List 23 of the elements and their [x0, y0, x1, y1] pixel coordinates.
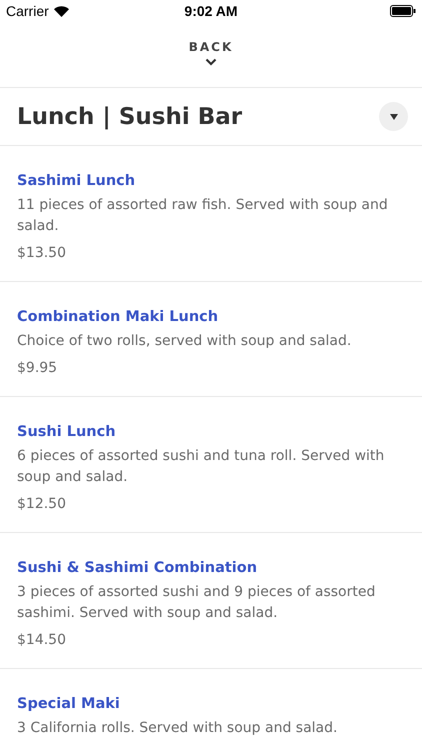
item-price: $14.50 — [17, 632, 66, 648]
item-name[interactable]: Special Maki — [17, 696, 120, 712]
item-description: 6 pieces of assorted sushi and tuna roll. Served with soup and salad. — [17, 447, 386, 487]
back-button[interactable]: BACK — [188, 22, 234, 87]
chevron-down-icon — [204, 58, 217, 66]
clock: 9:02 AM — [184, 3, 238, 19]
item-price: $12.50 — [17, 496, 66, 512]
item-description: 3 pieces of assorted sushi and 9 pieces of assorted sashimi. Served with soup and salad. — [17, 583, 376, 623]
carrier-label: Carrier — [6, 3, 49, 19]
dropdown-button[interactable] — [379, 102, 408, 131]
item-name[interactable]: Combination Maki Lunch — [17, 309, 218, 325]
item-description: 3 California rolls. Served with soup and salad. — [17, 719, 338, 738]
item-price: $13.50 — [17, 245, 66, 261]
caret-icon — [390, 114, 398, 120]
menu-title: Lunch | Sushi Bar — [17, 104, 242, 130]
item-name[interactable]: Sushi & Sashimi Combination — [17, 560, 258, 576]
item-name[interactable]: Sashimi Lunch — [17, 173, 136, 189]
wifi-icon — [54, 6, 69, 16]
item-description: Choice of two rolls, served with soup and salad. — [17, 332, 352, 351]
item-name[interactable]: Sushi Lunch — [17, 424, 116, 440]
item-price: $9.95 — [17, 360, 58, 376]
item-description: 11 pieces of assorted raw fish. Served with soup and salad. — [17, 196, 389, 236]
battery-icon — [390, 5, 416, 17]
